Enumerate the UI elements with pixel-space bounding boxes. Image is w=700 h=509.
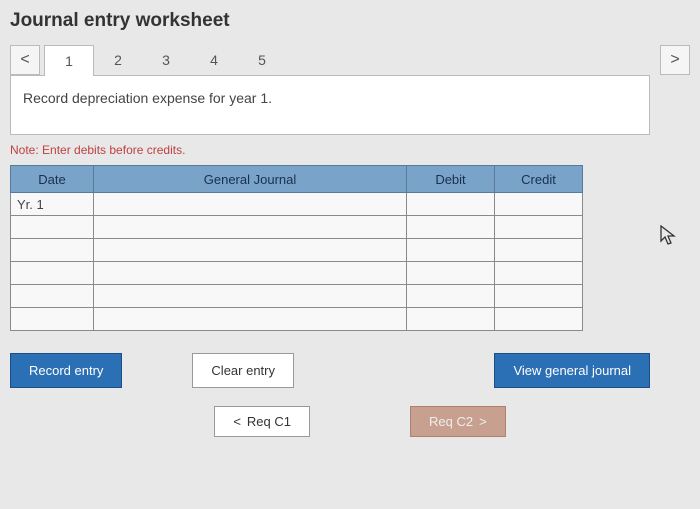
- button-row: Record entry Clear entry View general jo…: [10, 353, 650, 388]
- cell-debit[interactable]: [407, 239, 495, 262]
- header-date: Date: [11, 166, 94, 193]
- journal-table: Date General Journal Debit Credit Yr. 1: [10, 165, 583, 331]
- cell-credit[interactable]: [495, 193, 583, 216]
- cell-gj[interactable]: [94, 308, 407, 331]
- tab-2[interactable]: 2: [94, 45, 142, 75]
- cell-gj[interactable]: [94, 262, 407, 285]
- clear-entry-button[interactable]: Clear entry: [192, 353, 294, 388]
- cell-debit[interactable]: [407, 308, 495, 331]
- chevron-right-icon: >: [479, 414, 487, 429]
- req-next-label: Req C2: [429, 414, 473, 429]
- cell-gj[interactable]: [94, 239, 407, 262]
- cell-date[interactable]: [11, 216, 94, 239]
- tab-4[interactable]: 4: [190, 45, 238, 75]
- cell-gj[interactable]: [94, 285, 407, 308]
- cell-date[interactable]: Yr. 1: [11, 193, 94, 216]
- req-prev-label: Req C1: [247, 414, 291, 429]
- cell-gj[interactable]: [94, 216, 407, 239]
- tab-1[interactable]: 1: [44, 45, 94, 76]
- record-entry-button[interactable]: Record entry: [10, 353, 122, 388]
- prev-tab-button[interactable]: <: [10, 45, 40, 75]
- cell-debit[interactable]: [407, 262, 495, 285]
- cell-debit[interactable]: [407, 193, 495, 216]
- table-row: [11, 285, 583, 308]
- cell-date[interactable]: [11, 262, 94, 285]
- next-tab-button[interactable]: >: [660, 45, 690, 75]
- table-row: [11, 216, 583, 239]
- chevron-left-icon: <: [233, 414, 241, 429]
- cell-credit[interactable]: [495, 285, 583, 308]
- footer-row: < Req C1 Req C2 >: [10, 406, 650, 437]
- instruction-bar: Record depreciation expense for year 1.: [10, 75, 650, 135]
- tab-5[interactable]: 5: [238, 45, 286, 75]
- cell-gj[interactable]: [94, 193, 407, 216]
- table-row: [11, 262, 583, 285]
- cell-debit[interactable]: [407, 216, 495, 239]
- note-text: Note: Enter debits before credits.: [10, 143, 690, 157]
- req-next-button[interactable]: Req C2 >: [410, 406, 506, 437]
- cell-credit[interactable]: [495, 308, 583, 331]
- tab-3[interactable]: 3: [142, 45, 190, 75]
- table-row: Yr. 1: [11, 193, 583, 216]
- table-row: [11, 239, 583, 262]
- table-row: [11, 308, 583, 331]
- cell-credit[interactable]: [495, 239, 583, 262]
- view-general-journal-button[interactable]: View general journal: [494, 353, 650, 388]
- header-credit: Credit: [495, 166, 583, 193]
- table-header-row: Date General Journal Debit Credit: [11, 166, 583, 193]
- cell-debit[interactable]: [407, 285, 495, 308]
- tabs-row: < 1 2 3 4 5 >: [10, 44, 690, 75]
- cursor-icon: [660, 225, 678, 253]
- header-general-journal: General Journal: [94, 166, 407, 193]
- req-prev-button[interactable]: < Req C1: [214, 406, 310, 437]
- header-debit: Debit: [407, 166, 495, 193]
- cell-credit[interactable]: [495, 216, 583, 239]
- cell-date[interactable]: [11, 239, 94, 262]
- cell-date[interactable]: [11, 308, 94, 331]
- cell-date[interactable]: [11, 285, 94, 308]
- page-title: Journal entry worksheet: [10, 10, 690, 32]
- cell-credit[interactable]: [495, 262, 583, 285]
